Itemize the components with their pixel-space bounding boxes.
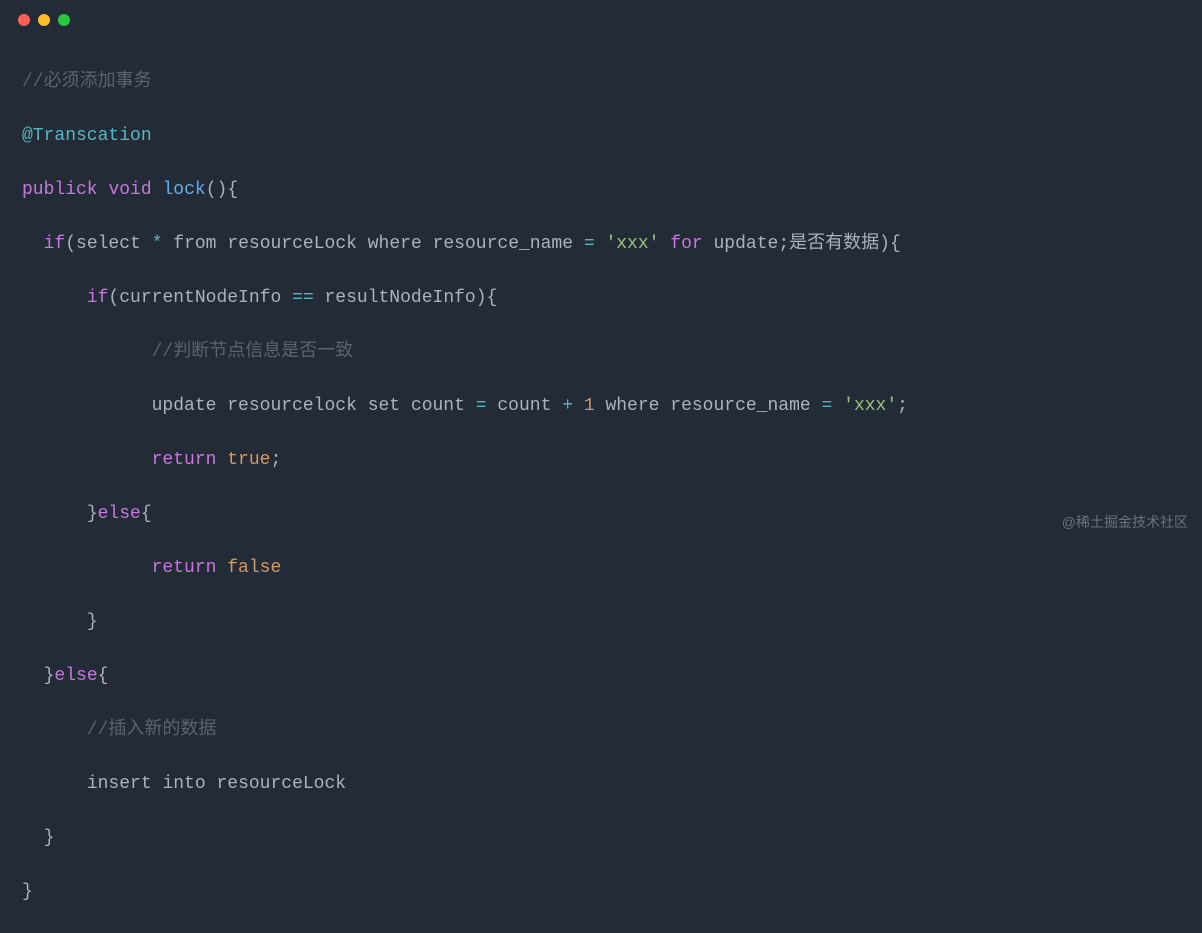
keyword: return xyxy=(152,558,217,578)
maximize-icon[interactable] xyxy=(58,14,70,26)
comment: //判断节点信息是否一致 xyxy=(152,342,354,362)
annotation: @Transcation xyxy=(22,126,152,146)
identifier: resource_name xyxy=(433,234,573,254)
operator: == xyxy=(292,288,314,308)
watermark-text: @稀土掘金技术社区 xyxy=(1062,512,1188,533)
code-line: } xyxy=(22,609,1180,636)
identifier: select xyxy=(76,234,141,254)
code-line: }else{ xyxy=(22,663,1180,690)
string: 'xxx' xyxy=(843,396,897,416)
brace: } xyxy=(22,882,33,902)
paren: ) xyxy=(476,288,487,308)
keyword: if xyxy=(44,234,66,254)
brace: } xyxy=(44,828,55,848)
minimize-icon[interactable] xyxy=(38,14,50,26)
identifier: where xyxy=(368,234,422,254)
identifier: currentNodeInfo xyxy=(119,288,281,308)
code-line: insert into resourceLock xyxy=(22,771,1180,798)
indent xyxy=(22,396,152,416)
identifier: into xyxy=(162,774,205,794)
indent xyxy=(22,342,152,362)
paren: ) xyxy=(879,234,890,254)
boolean: false xyxy=(227,558,281,578)
keyword: else xyxy=(54,666,97,686)
indent xyxy=(22,234,44,254)
identifier: resultNodeInfo xyxy=(325,288,476,308)
brace: { xyxy=(227,180,238,200)
comment: //插入新的数据 xyxy=(87,720,217,740)
identifier: resourceLock xyxy=(216,774,346,794)
code-editor: //必须添加事务 @Transcation publick void lock(… xyxy=(0,36,1202,933)
operator: = xyxy=(476,396,487,416)
operator: = xyxy=(584,234,595,254)
comment: //必须添加事务 xyxy=(22,72,152,92)
identifier: from xyxy=(173,234,216,254)
brace: } xyxy=(87,504,98,524)
operator: = xyxy=(822,396,833,416)
close-icon[interactable] xyxy=(18,14,30,26)
code-line: update resourcelock set count = count + … xyxy=(22,393,1180,420)
indent xyxy=(22,558,152,578)
code-line: return false xyxy=(22,555,1180,582)
identifier: where xyxy=(605,396,659,416)
code-line: publick void lock(){ xyxy=(22,177,1180,204)
operator: * xyxy=(152,234,163,254)
code-line: return true; xyxy=(22,447,1180,474)
indent xyxy=(22,612,87,632)
paren: ) xyxy=(217,180,228,200)
identifier: resourceLock xyxy=(227,234,357,254)
number: 1 xyxy=(584,396,595,416)
identifier: set xyxy=(368,396,400,416)
code-line: //必须添加事务 xyxy=(22,69,1180,96)
boolean: true xyxy=(227,450,270,470)
identifier: update xyxy=(714,234,779,254)
window-traffic-lights xyxy=(0,0,1202,36)
semicolon: ; xyxy=(270,450,281,470)
keyword: for xyxy=(670,234,702,254)
indent xyxy=(22,450,152,470)
identifier: update xyxy=(152,396,217,416)
code-line: //判断节点信息是否一致 xyxy=(22,339,1180,366)
brace: } xyxy=(44,666,55,686)
indent xyxy=(22,288,87,308)
function-name: lock xyxy=(162,180,205,200)
paren: ( xyxy=(108,288,119,308)
keyword: if xyxy=(87,288,109,308)
code-line: }else{ xyxy=(22,501,1180,528)
keyword: return xyxy=(152,450,217,470)
keyword: else xyxy=(98,504,141,524)
identifier: count xyxy=(497,396,551,416)
identifier: count xyxy=(411,396,465,416)
semicolon: ; xyxy=(778,234,789,254)
code-line: } xyxy=(22,825,1180,852)
indent xyxy=(22,666,44,686)
brace: { xyxy=(890,234,901,254)
brace: } xyxy=(87,612,98,632)
indent xyxy=(22,504,87,524)
semicolon: ; xyxy=(897,396,908,416)
string: 'xxx' xyxy=(605,234,659,254)
paren: ( xyxy=(65,234,76,254)
indent xyxy=(22,828,44,848)
operator: + xyxy=(562,396,573,416)
code-line: if(select * from resourceLock where reso… xyxy=(22,231,1180,258)
code-line: //插入新的数据 xyxy=(22,717,1180,744)
code-line: @Transcation xyxy=(22,123,1180,150)
indent xyxy=(22,720,87,740)
code-line: } xyxy=(22,879,1180,906)
brace: { xyxy=(98,666,109,686)
identifier: resource_name xyxy=(670,396,810,416)
text: 是否有数据 xyxy=(789,234,879,254)
code-line: if(currentNodeInfo == resultNodeInfo){ xyxy=(22,285,1180,312)
brace: { xyxy=(487,288,498,308)
identifier: resourcelock xyxy=(227,396,357,416)
paren: ( xyxy=(206,180,217,200)
type: void xyxy=(108,180,151,200)
keyword: publick xyxy=(22,180,98,200)
identifier: insert xyxy=(87,774,152,794)
indent xyxy=(22,774,87,794)
brace: { xyxy=(141,504,152,524)
